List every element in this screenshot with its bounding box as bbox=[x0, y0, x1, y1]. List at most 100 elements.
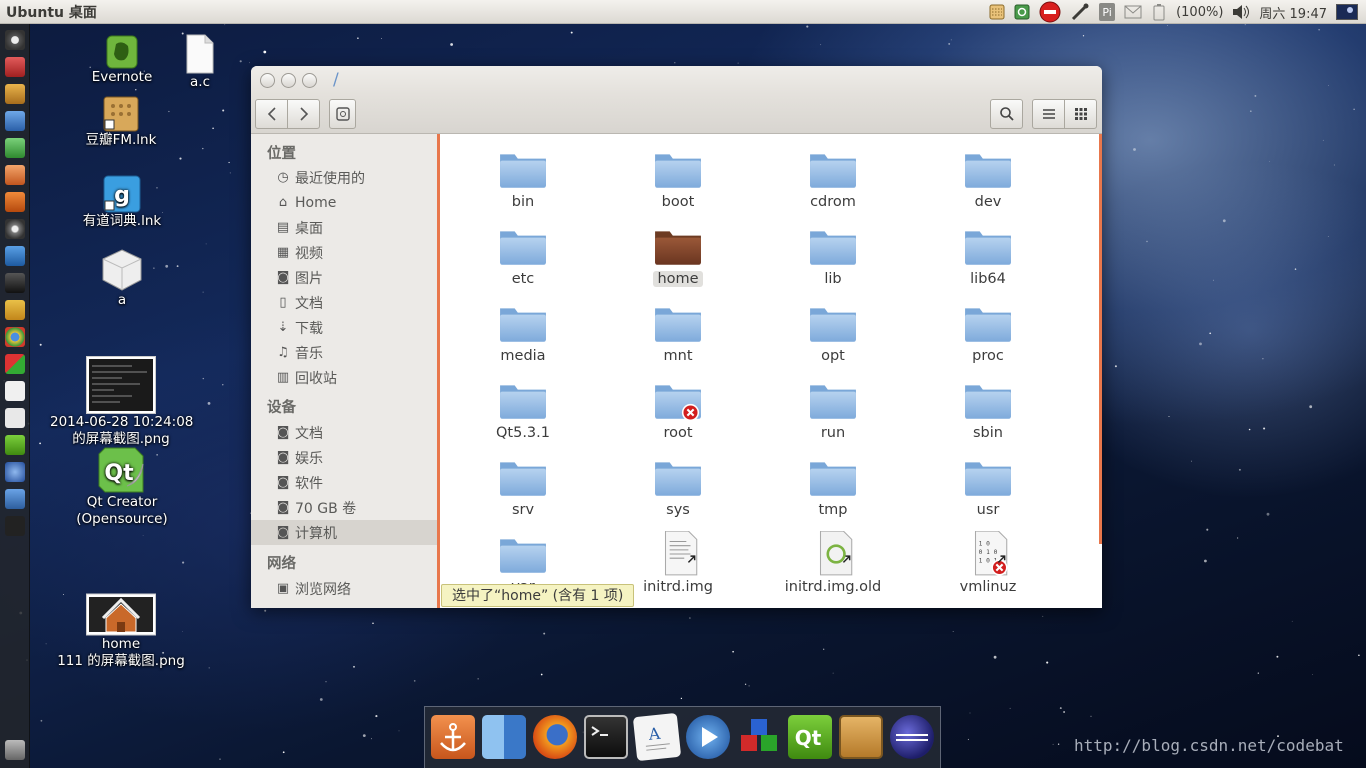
globe-icon[interactable] bbox=[5, 462, 25, 482]
trash-icon[interactable] bbox=[5, 740, 25, 760]
terminal-icon[interactable] bbox=[584, 715, 628, 759]
app-icon[interactable] bbox=[5, 57, 25, 77]
impress-icon[interactable] bbox=[5, 165, 25, 185]
search-button[interactable] bbox=[990, 99, 1023, 129]
no-entry-icon[interactable] bbox=[1039, 1, 1061, 23]
blocks-icon[interactable] bbox=[5, 354, 25, 374]
calc-icon[interactable] bbox=[5, 138, 25, 158]
file-item-etc[interactable]: etc bbox=[463, 223, 583, 287]
file-item-media[interactable]: media bbox=[463, 300, 583, 364]
file-item-lib[interactable]: lib bbox=[773, 223, 893, 287]
battery-icon[interactable] bbox=[1151, 3, 1167, 21]
path-bar-button[interactable] bbox=[329, 99, 356, 129]
finder-icon[interactable] bbox=[482, 715, 526, 759]
file-item-boot[interactable]: boot bbox=[618, 146, 738, 210]
screenshot-thumbnail-icon bbox=[86, 356, 156, 414]
software-center-icon[interactable] bbox=[5, 192, 25, 212]
sidebar-item-home[interactable]: ⌂ Home bbox=[251, 190, 437, 215]
sidebar-item-computer[interactable]: ◙ 计算机 bbox=[251, 520, 437, 545]
doc-icon[interactable] bbox=[5, 408, 25, 428]
keyboard-indicator-icon[interactable] bbox=[989, 3, 1005, 21]
media-player-icon[interactable] bbox=[686, 715, 730, 759]
desktop-icon-home[interactable]: home 111 的屏幕截图.png bbox=[50, 588, 192, 670]
media-icon[interactable] bbox=[5, 246, 25, 266]
file-item-tmp[interactable]: tmp bbox=[773, 454, 893, 518]
desktop-icon-a-c[interactable]: a.c bbox=[170, 34, 230, 91]
sidebar-item-trash[interactable]: ▥ 回收站 bbox=[251, 365, 437, 390]
writer-icon[interactable] bbox=[5, 111, 25, 131]
desktop-icon-evernote[interactable]: Evernote bbox=[80, 35, 164, 86]
file-item-dev[interactable]: dev bbox=[928, 146, 1048, 210]
file-item-vmlinuz[interactable]: 1 00 1 01 0 1 vmlinuz bbox=[928, 531, 1048, 595]
file-item-home[interactable]: home bbox=[618, 223, 738, 287]
terminal-icon[interactable] bbox=[5, 273, 25, 293]
sidebar-item-device-entertainment[interactable]: ◙ 娱乐 bbox=[251, 445, 437, 470]
file-item-mnt[interactable]: mnt bbox=[618, 300, 738, 364]
chrome-icon[interactable] bbox=[5, 327, 25, 347]
desktop-icon-douban[interactable]: 豆瓣FM.lnk bbox=[76, 96, 166, 149]
image-icon[interactable] bbox=[5, 489, 25, 509]
volume-icon[interactable] bbox=[1232, 3, 1250, 21]
puzzle-icon[interactable] bbox=[5, 300, 25, 320]
mail-icon[interactable] bbox=[1124, 3, 1142, 21]
sidebar-item-browse-network[interactable]: ▣ 浏览网络 bbox=[251, 576, 437, 601]
file-item-lib64[interactable]: lib64 bbox=[928, 223, 1048, 287]
file-item-cdrom[interactable]: cdrom bbox=[773, 146, 893, 210]
text-editor-icon[interactable]: A bbox=[632, 712, 682, 762]
sidebar-item-recent[interactable]: ◷ 最近使用的 bbox=[251, 165, 437, 190]
radio-icon[interactable] bbox=[839, 715, 883, 759]
sidebar-item-device-70gb[interactable]: ◙ 70 GB 卷 bbox=[251, 495, 437, 520]
desktop-icon-youdao[interactable]: g 有道词典.lnk bbox=[72, 175, 172, 230]
file-item-initrd-img-old[interactable]: initrd.img.old bbox=[773, 531, 893, 595]
battery-percent[interactable]: (100%) bbox=[1176, 5, 1223, 20]
files-icon[interactable] bbox=[5, 84, 25, 104]
amazon-icon[interactable] bbox=[5, 381, 25, 401]
anchor-icon[interactable] bbox=[431, 715, 475, 759]
sidebar-item-desktop[interactable]: ▤ 桌面 bbox=[251, 215, 437, 240]
scrollbar[interactable] bbox=[1099, 134, 1102, 544]
session-icon[interactable] bbox=[1336, 3, 1358, 21]
close-button[interactable] bbox=[260, 72, 275, 88]
sidebar-item-pictures[interactable]: ◙ 图片 bbox=[251, 265, 437, 290]
dash-icon[interactable] bbox=[5, 30, 25, 50]
cubes-icon[interactable] bbox=[737, 715, 781, 759]
file-item-qt5-3-1[interactable]: Qt5.3.1 bbox=[463, 377, 583, 441]
grid-view-button[interactable] bbox=[1064, 99, 1097, 129]
sidebar-item-downloads[interactable]: ⇣ 下载 bbox=[251, 315, 437, 340]
disk-icon[interactable] bbox=[5, 219, 25, 239]
eclipse-icon[interactable] bbox=[890, 715, 934, 759]
update-indicator-icon[interactable] bbox=[1014, 3, 1030, 21]
sidebar-item-videos[interactable]: ▦ 视频 bbox=[251, 240, 437, 265]
clock[interactable]: 周六 19:47 bbox=[1259, 3, 1327, 22]
file-item-opt[interactable]: opt bbox=[773, 300, 893, 364]
file-item-run[interactable]: run bbox=[773, 377, 893, 441]
file-item-sys[interactable]: sys bbox=[618, 454, 738, 518]
desktop-icon-qtcreator[interactable]: Qt Qt Creator (Opensource) bbox=[62, 446, 182, 528]
minimize-button[interactable] bbox=[281, 72, 296, 88]
sidebar-item-device-documents[interactable]: ◙ 文档 bbox=[251, 420, 437, 445]
back-button[interactable] bbox=[255, 99, 288, 129]
file-item-proc[interactable]: proc bbox=[928, 300, 1048, 364]
sidebar-item-device-software[interactable]: ◙ 软件 bbox=[251, 470, 437, 495]
forward-button[interactable] bbox=[287, 99, 320, 129]
file-item-initrd-img[interactable]: initrd.img bbox=[618, 531, 738, 595]
maximize-button[interactable] bbox=[302, 72, 317, 88]
qt-icon[interactable]: Qt bbox=[788, 715, 832, 759]
sidebar-item-music[interactable]: ♫ 音乐 bbox=[251, 340, 437, 365]
input-method-indicator[interactable]: Pi bbox=[1099, 3, 1116, 21]
file-item-root[interactable]: root bbox=[618, 377, 738, 441]
qt-icon[interactable] bbox=[5, 435, 25, 455]
file-item-bin[interactable]: bin bbox=[463, 146, 583, 210]
terminal-small-icon[interactable] bbox=[5, 516, 25, 536]
desktop-icon-a[interactable]: a bbox=[92, 248, 152, 309]
file-item-srv[interactable]: srv bbox=[463, 454, 583, 518]
tools-indicator-icon[interactable] bbox=[1070, 3, 1090, 21]
file-item-sbin[interactable]: sbin bbox=[928, 377, 1048, 441]
list-view-button[interactable] bbox=[1032, 99, 1065, 129]
file-item-usr[interactable]: usr bbox=[928, 454, 1048, 518]
firefox-icon[interactable] bbox=[533, 715, 577, 759]
window-titlebar[interactable]: / bbox=[251, 66, 1102, 94]
desktop-folder-icon: ▤ bbox=[276, 220, 290, 235]
desktop-icon-screenshot1[interactable]: 2014-06-28 10:24:08 的屏幕截图.png bbox=[50, 356, 193, 448]
sidebar-item-documents[interactable]: ▯ 文档 bbox=[251, 290, 437, 315]
